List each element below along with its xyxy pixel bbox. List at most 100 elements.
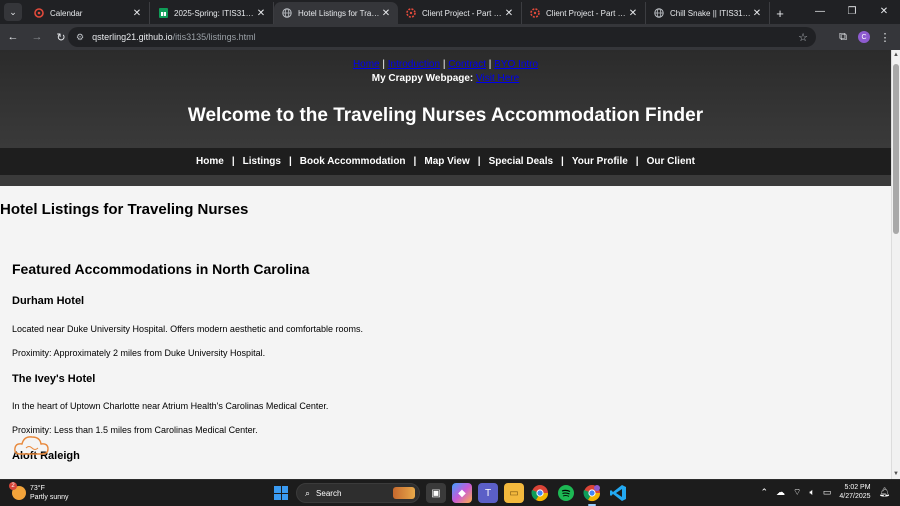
weather-badge: 2 [9,482,17,490]
spotify-icon[interactable] [556,483,576,503]
weather-temp: 73°F [30,485,45,492]
close-tab-icon[interactable]: ✕ [255,8,267,19]
tab-title: Calendar [50,8,83,18]
back-arrow-icon[interactable]: ← [2,26,24,48]
page-scrollbar[interactable]: ▲ ▼ [891,50,900,479]
featured-section: Featured Accommodations in North Carolin… [0,261,891,462]
weather-text: 73°F Partly sunny [30,484,69,502]
toolbar-right: ⧉ C ⋮ [834,28,894,46]
globe-icon [282,8,292,18]
minimize-icon[interactable]: — [804,0,836,22]
hotel-description: Located near Duke University Hospital. O… [12,324,363,334]
bookmark-star-icon[interactable]: ☆ [798,31,808,44]
nav-separator: | [413,156,417,167]
notification-bell-icon[interactable]: 🔔︎ [879,487,890,498]
nav-book-accommodation[interactable]: Book Accommodation [300,156,406,167]
tab-search-chevron-icon[interactable]: ⌄ [4,3,22,21]
nav-our-client[interactable]: Our Client [647,156,695,167]
tab-client-project-3b[interactable]: Client Project - Part 3B - Pu ✕ [398,2,522,24]
search-highlight-image [393,487,415,499]
site-title: Welcome to the Traveling Nurses Accommod… [187,105,704,126]
teams-icon[interactable]: T [478,483,498,503]
hotel-description: In the heart of Uptown Charlotte near At… [12,401,329,411]
page-viewport: Home | Introduction | Contract | BYO Int… [0,50,891,479]
site-info-icon[interactable]: ⚙ [76,32,84,43]
top-link-introduction[interactable]: Introduction [388,59,440,70]
close-window-icon[interactable]: ✕ [868,0,900,22]
chrome-profile-icon[interactable] [582,483,602,506]
profile-avatar[interactable]: C [858,31,870,43]
restore-icon[interactable]: ❐ [836,0,868,22]
top-link-contract[interactable]: Contract [448,59,486,70]
file-explorer-icon[interactable]: ▭ [504,483,524,503]
more-menu-icon[interactable]: ⋮ [876,28,894,46]
tab-title: Client Project - Part 3B - Pu [422,8,503,18]
nav-listings[interactable]: Listings [243,156,281,167]
task-view-icon[interactable]: ▣ [426,483,446,503]
search-icon: ⌕ [305,487,311,498]
battery-icon[interactable]: ▭ [823,487,832,498]
close-tab-icon[interactable]: ✕ [503,8,515,19]
close-tab-icon[interactable]: ✕ [751,8,763,19]
clock[interactable]: 5:02 PM 4/27/2025 [839,483,870,501]
onedrive-cloud-icon[interactable]: ☁ [776,487,785,498]
new-tab-button[interactable]: + [770,6,790,21]
wifi-icon[interactable]: ⌔ [793,487,801,498]
copilot-icon[interactable]: ◆ [452,483,472,503]
hotel-name: Durham Hotel [12,295,85,307]
top-links: Home | Introduction | Contract | BYO Int… [352,59,539,70]
extensions-icon[interactable]: ⧉ [834,28,852,46]
weather-widget[interactable]: 2 73°F Partly sunny [9,482,69,502]
scroll-up-arrow-icon[interactable]: ▲ [893,52,899,58]
nav-separator: | [561,156,564,167]
site-header: Home | Introduction | Contract | BYO Int… [0,50,891,148]
forward-arrow-icon[interactable]: → [26,26,48,48]
close-tab-icon[interactable]: ✕ [131,8,143,19]
tab-title: Client Project - Part 4 - Adi [546,8,627,18]
chrome-icon[interactable] [530,483,550,503]
crappy-label: My Crappy Webpage: [371,73,474,84]
main-content: Hotel Listings for Traveling Nurses Feat… [0,201,891,462]
tab-itis3135-sheet[interactable]: 2025-Spring: ITIS3135 Web ✕ [150,2,274,24]
windows-start-icon[interactable] [272,484,290,502]
tab-hotel-listings[interactable]: Hotel Listings for Traveling ✕ [274,2,398,24]
address-bar[interactable]: ⚙ qsterling21.github.io/itis3135/listing… [68,27,816,47]
nav-separator: | [288,156,292,167]
globe-icon [654,8,664,18]
weather-desc: Partly sunny [30,494,69,501]
hotel-proximity: Proximity: Approximately 2 miles from Du… [12,348,266,358]
tab-calendar[interactable]: Calendar ✕ [26,2,150,24]
clock-date: 4/27/2025 [839,493,871,500]
tray-overflow-chevron-icon[interactable]: ⌃ [760,487,768,498]
nav-map-view[interactable]: Map View [424,156,469,167]
visit-here-link[interactable]: Visit Here [476,73,519,84]
nav-separator: | [635,156,639,167]
nav-special-deals[interactable]: Special Deals [489,156,553,167]
hotel-name: Aloft Raleigh [12,450,80,462]
vscode-icon[interactable] [608,483,628,503]
partly-sunny-icon: 2 [9,482,26,500]
tab-chill-snake[interactable]: Chill Snake || ITIS3135 || Pe ✕ [646,2,770,24]
section-heading: Featured Accommodations in North Carolin… [12,261,310,277]
clock-time: 5:02 PM [844,484,871,491]
crappy-webpage-line: My Crappy Webpage: Visit Here [0,73,891,84]
main-nav: Home | Listings | Book Accommodation | Map … [0,148,891,175]
scroll-thumb[interactable] [893,64,899,234]
taskbar-apps: ⌕ Search ▣ ◆ T ▭ [272,483,628,506]
taskbar-search[interactable]: ⌕ Search [296,483,420,503]
calendar-icon [34,8,44,18]
url-host: qsterling21.github.io [92,32,173,42]
nav-home[interactable]: Home [196,156,224,167]
browser-tab-strip: ⌄ Calendar ✕ 2025-Spring: ITIS3135 Web ✕… [0,0,900,24]
top-link-byo-intro[interactable]: BYO Intro [494,59,538,70]
search-label: Search [316,488,342,498]
hotel-proximity: Proximity: Less than 1.5 miles from Caro… [12,425,258,435]
scroll-down-arrow-icon[interactable]: ▼ [893,471,899,477]
close-tab-icon[interactable]: ✕ [380,8,392,19]
tab-client-project-4[interactable]: Client Project - Part 4 - Adi ✕ [522,2,646,24]
volume-icon[interactable]: 🔈︎ [809,487,814,498]
nav-your-profile[interactable]: Your Profile [572,156,628,167]
close-tab-icon[interactable]: ✕ [627,8,639,19]
top-link-home[interactable]: Home [353,59,380,70]
tab-title: Hotel Listings for Traveling [298,8,380,18]
